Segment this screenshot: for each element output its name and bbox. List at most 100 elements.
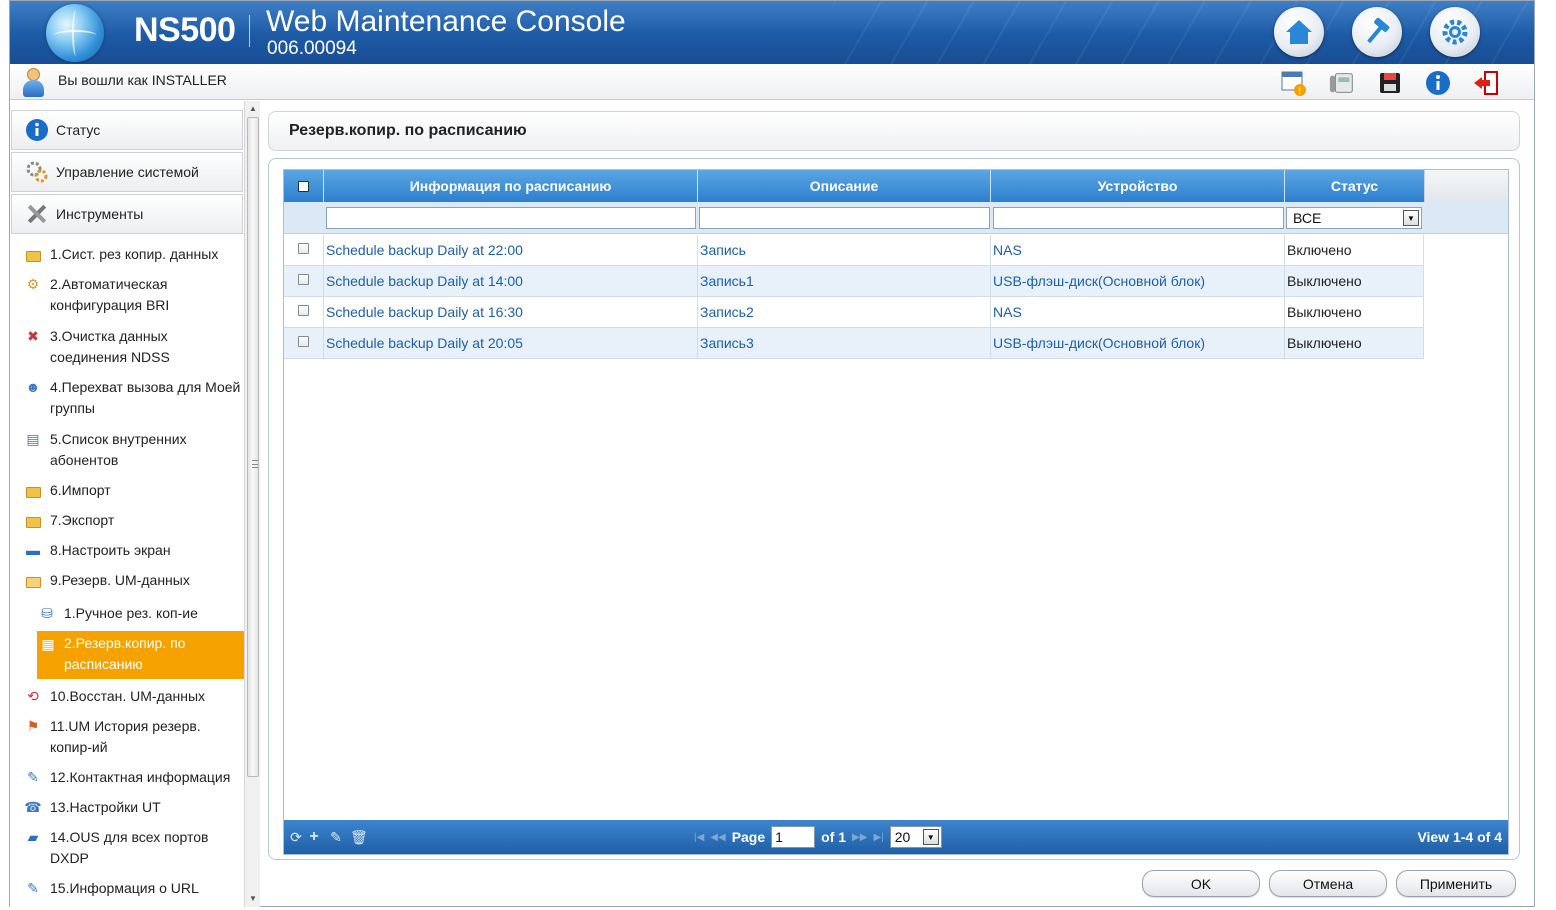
sidebar-item-call-pickup[interactable]: ☻ 4.Перехват вызова для Моей группы [24,377,244,421]
accordion-system-control[interactable]: Управление системой [11,152,243,192]
row-description-link[interactable]: Запись2 [698,297,991,327]
home-button[interactable] [1274,7,1324,57]
row-info-link[interactable]: Schedule backup Daily at 16:30 [324,297,698,327]
logout-button[interactable] [1472,69,1500,97]
chevron-down-icon[interactable]: ▼ [922,829,939,845]
row-checkbox[interactable] [298,336,309,347]
sidebar-item-extension-list[interactable]: ▤ 5.Список внутренних абонентов [24,429,244,473]
sidebar: Статус Управление системой Инструменты 1… [10,101,260,907]
sidebar-item-ut-settings[interactable]: ☎ 13.Настройки UT [24,797,244,819]
sidebar-item-contact-info[interactable]: ✎ 12.Контактная информация [24,767,244,789]
page-label: Page [731,829,766,845]
sidebar-item-ous-dxdp[interactable]: ▰ 14.OUS для всех портов DXDP [24,827,244,871]
page-number-input[interactable]: 1 [771,826,816,848]
sidebar-item-scheduled-backup[interactable]: ▦ 2.Резерв.копир. по расписанию [37,631,244,679]
filter-status-select[interactable]: ВСЕ ▼ [1286,207,1422,229]
sidebar-item-um-history[interactable]: ⚑ 11.UM История резерв. копир-ий [24,716,244,760]
accordion-status[interactable]: Статус [11,110,243,150]
select-all-checkbox[interactable] [298,180,309,192]
row-info-link[interactable]: Schedule backup Daily at 14:00 [324,266,698,296]
sidebar-scrollbar[interactable]: ▲ ▼ [244,101,260,907]
app-title: Web Maintenance Console [266,5,626,38]
table-row[interactable]: Schedule backup Daily at 20:05 Запись3 U… [284,328,1424,359]
edit-icon[interactable]: ✎ [328,829,344,845]
backup-icon: ⛁ [41,604,53,621]
row-info-link[interactable]: Schedule backup Daily at 22:00 [324,235,698,265]
column-header-status[interactable]: Статус [1285,170,1424,202]
next-page-icon[interactable]: ▶▶ [852,832,867,843]
add-icon[interactable]: + [306,829,322,845]
restore-icon: ⟲ [27,687,39,704]
filter-status-value: ВСЕ [1293,210,1322,226]
chevron-down-icon[interactable]: ▼ [1403,210,1419,226]
phone-icon [1329,73,1353,93]
save-button[interactable] [1376,69,1404,97]
filter-info-input[interactable] [326,207,696,229]
row-status: Выключено [1285,328,1424,358]
record-count: View 1-4 of 4 [1417,829,1502,845]
sidebar-item-um-backup[interactable]: 9.Резерв. UM-данных [24,570,244,592]
setup-button[interactable] [1430,7,1480,57]
row-info-link[interactable]: Schedule backup Daily at 20:05 [324,328,698,358]
column-header-description[interactable]: Описание [698,170,991,202]
sidebar-item-screen-setup[interactable]: ▬ 8.Настроить экран [24,540,244,562]
column-header-device[interactable]: Устройство [991,170,1285,202]
sidebar-item-import[interactable]: 6.Импорт [24,480,244,502]
app-window: NS500 Web Maintenance Console 006.00094 … [9,0,1535,907]
folder-icon [24,481,42,499]
ok-button[interactable]: OK [1142,870,1260,897]
settings-icon: ☎ [24,798,42,815]
accordion-tools[interactable]: Инструменты [11,194,243,234]
first-page-icon[interactable]: |◀ [694,832,704,843]
folder-icon [24,245,42,263]
scroll-up-icon[interactable]: ▲ [248,104,258,114]
apply-button[interactable]: Применить [1396,870,1516,897]
contact-icon: ✎ [27,768,39,785]
row-device-link[interactable]: NAS [991,297,1285,327]
row-description-link[interactable]: Запись3 [698,328,991,358]
row-description-link[interactable]: Запись1 [698,266,991,296]
delete-icon[interactable]: 🗑 [350,829,368,845]
refresh-icon[interactable]: ⟳ [288,829,304,845]
column-header-info[interactable]: Информация по расписанию [324,170,698,202]
row-checkbox[interactable] [298,274,309,285]
table-row[interactable]: Schedule backup Daily at 16:30 Запись2 N… [284,297,1424,328]
row-device-link[interactable]: USB-флэш-диск(Основной блок) [991,328,1285,358]
table-row[interactable]: Schedule backup Daily at 14:00 Запись1 U… [284,266,1424,297]
page-size-select[interactable]: 20 ▼ [889,826,942,848]
row-device-link[interactable]: USB-флэш-диск(Основной блок) [991,266,1285,296]
logout-icon [1474,71,1498,95]
folder-open-icon [24,571,42,589]
row-description-link[interactable]: Запись [698,235,991,265]
tools-icon [24,201,50,227]
sidebar-item-bri-autoconfig[interactable]: ⚙ 2.Автоматическая конфигурация BRI [24,274,244,318]
info-button[interactable] [1424,69,1452,97]
accordion-label: Статус [56,122,101,138]
sidebar-item-ndss-clear[interactable]: ✖ 3.Очистка данных соединения NDSS [24,326,244,370]
row-status: Выключено [1285,297,1424,327]
scroll-down-icon[interactable]: ▼ [248,894,258,904]
prev-page-icon[interactable]: ◀◀ [710,832,725,843]
app-header: NS500 Web Maintenance Console 006.00094 [10,1,1534,64]
row-checkbox[interactable] [298,243,309,254]
phone-button[interactable] [1328,69,1356,97]
sidebar-item-system-backup[interactable]: 1.Сист. рез копир. данных [24,244,244,266]
grid-footer: ⟳ + ✎ 🗑 |◀ ◀◀ Page 1 of 1 ▶▶ ▶| 20 ▼ Vie… [284,820,1508,854]
row-device-link[interactable]: NAS [991,235,1285,265]
row-checkbox[interactable] [298,305,309,316]
notification-button[interactable]: ! [1280,69,1308,97]
filter-device-input[interactable] [993,207,1284,229]
maintenance-button[interactable] [1352,7,1402,57]
header-divider [249,15,250,47]
filter-description-input[interactable] [699,207,990,229]
globe-logo-icon [46,4,104,62]
last-page-icon[interactable]: ▶| [873,832,883,843]
info-icon [1426,71,1450,95]
sidebar-item-export[interactable]: 7.Экспорт [24,510,244,532]
cancel-button[interactable]: Отмена [1269,870,1387,897]
sidebar-item-manual-backup[interactable]: ⛁ 1.Ручное рез. коп-ие [38,603,244,625]
sidebar-item-url-info[interactable]: ✎ 15.Информация о URL [24,878,244,900]
scroll-thumb[interactable] [247,117,259,777]
sidebar-item-um-restore[interactable]: ⟲ 10.Восстан. UM-данных [24,686,244,708]
table-row[interactable]: Schedule backup Daily at 22:00 Запись NA… [284,235,1424,266]
